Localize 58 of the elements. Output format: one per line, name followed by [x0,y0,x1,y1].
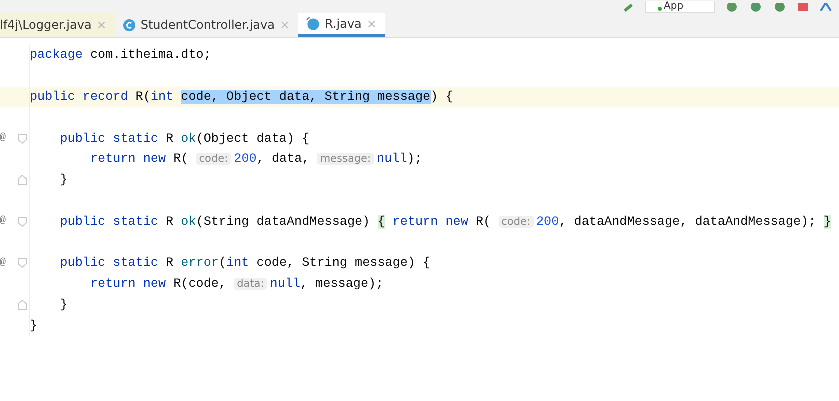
code-text: , dataAndMessage, dataAndMessage); [559,214,818,229]
fold-icon[interactable] [18,258,27,268]
parameter-hint: message: [317,153,374,166]
code-text: } [59,173,68,188]
run-config-dropdown[interactable]: App [645,1,715,13]
code-text: (String dataAndMessage) [196,214,372,229]
keyword: int [226,256,250,270]
keyword: return new [89,277,166,292]
code-text: ) { [430,90,454,104]
keyword: int [150,90,175,104]
number-literal: 200 [536,214,560,229]
method-name: error [181,256,219,270]
fold-icon[interactable] [18,216,27,227]
parameter-hint: code: [498,216,534,228]
code-text: (Object data) { [196,132,310,146]
implement-marker[interactable]: @ [0,133,14,144]
keyword: public static [59,132,158,146]
fold-end-icon[interactable] [18,300,27,310]
editor-tab[interactable]: StudentController.java × [114,13,298,37]
editor-tab[interactable]: lf4j\Logger.java × [0,13,115,37]
code-text: } [30,318,38,333]
keyword: null [377,152,408,166]
selected-code: code, Object data, String message [181,90,431,104]
keyword: null [270,277,301,292]
fold-end-icon[interactable] [18,175,27,186]
keyword: public static [59,214,158,229]
keyword: return new [392,214,468,229]
parameter-hint: data: [234,278,268,290]
keyword: public static [59,256,158,270]
implement-marker[interactable]: @ [0,216,14,228]
class-icon [122,18,136,32]
keyword: return new [89,152,166,166]
code-text: R [165,214,175,229]
keyword: public record [30,90,128,104]
parameter-hint: code: [196,153,232,166]
code-text: code, String message) { [256,256,431,270]
code-text: } [59,298,68,312]
code-text: R( [134,90,151,104]
brace-highlight: } [824,214,832,229]
code-text: ); [407,152,422,166]
code-text: , data, [256,152,311,166]
keyword: package [30,48,83,62]
code-text: R( [474,214,492,229]
code-text: R(code, [172,277,228,292]
brace-highlight: { [378,214,386,229]
method-name: ok [181,132,196,146]
code-text: R [165,132,175,146]
editor-tab[interactable]: R.java × [298,13,385,37]
code-text: , message); [300,277,384,292]
stop-icon[interactable] [797,3,809,13]
implement-marker[interactable]: @ [0,258,14,269]
fold-icon[interactable] [18,134,27,144]
code-text: R [165,256,175,270]
code-text: R( [172,152,190,166]
method-name: ok [181,214,196,229]
code-text: com.itheima.dto; [89,48,212,62]
code-text: ( [218,256,227,270]
number-literal: 200 [234,152,257,166]
